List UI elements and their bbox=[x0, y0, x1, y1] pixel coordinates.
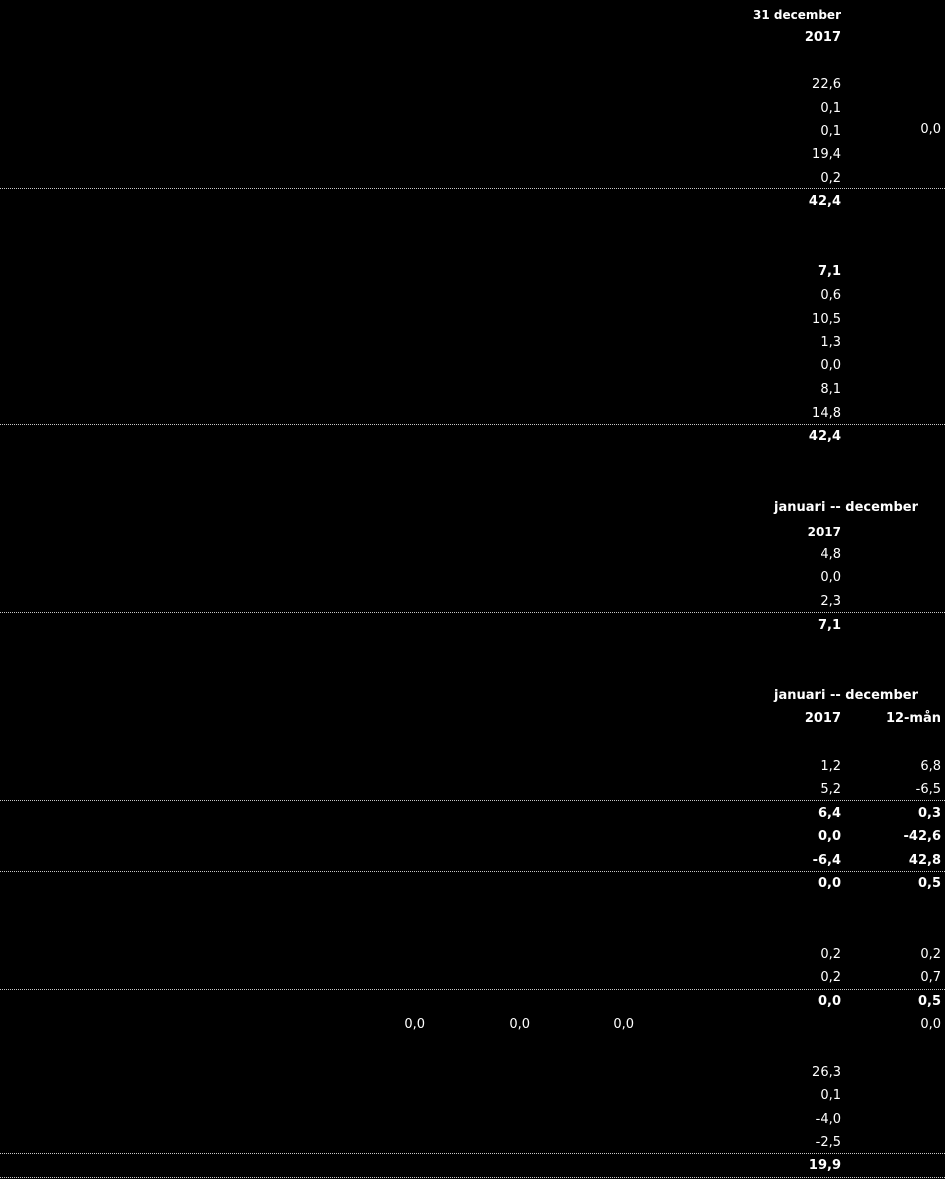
row-separator bbox=[0, 612, 945, 613]
cashflow-value: 0,2 bbox=[820, 970, 841, 985]
cashflow-subtotal-12m: -42,6 bbox=[903, 829, 941, 844]
liabilities-total: 42,4 bbox=[808, 429, 841, 444]
liability-value: 1,3 bbox=[820, 335, 841, 350]
header-period: 31 december bbox=[752, 8, 841, 22]
side-value: 0,0 bbox=[509, 1017, 530, 1032]
row-separator bbox=[0, 188, 945, 189]
row-separator bbox=[0, 989, 945, 990]
cashflow-subtotal: -6,4 bbox=[812, 853, 841, 868]
cashflow-total-12m: 0,5 bbox=[917, 876, 941, 891]
liability-value: 8,1 bbox=[820, 382, 841, 397]
equity-value: 4,8 bbox=[820, 547, 841, 562]
cashflow-subtotal: 0,0 bbox=[817, 829, 841, 844]
asset-side-value: 0,0 bbox=[920, 122, 941, 137]
header-year: 2017 bbox=[804, 30, 841, 45]
assets-total: 42,4 bbox=[808, 194, 841, 209]
cashflow-subtotal-12m: 0,3 bbox=[917, 806, 941, 821]
liabilities-first: 7,1 bbox=[817, 264, 841, 279]
equity-value: 2,3 bbox=[820, 594, 841, 609]
header-year: 2017 bbox=[804, 711, 841, 726]
cashflow-value: 0,2 bbox=[820, 947, 841, 962]
side-value: 0,0 bbox=[404, 1017, 425, 1032]
row-separator bbox=[0, 1177, 945, 1178]
row-separator bbox=[0, 424, 945, 425]
row-separator bbox=[0, 871, 945, 872]
asset-value: 0,2 bbox=[820, 171, 841, 186]
header-period: januari -- december bbox=[774, 500, 918, 515]
cashflow-total: 0,0 bbox=[817, 994, 841, 1009]
header-period: januari -- december bbox=[774, 688, 918, 703]
cashflow-value-12m: -6,5 bbox=[915, 782, 941, 797]
equity-value: 0,0 bbox=[820, 570, 841, 585]
cashflow-subtotal: 6,4 bbox=[817, 806, 841, 821]
liability-value: 10,5 bbox=[812, 312, 841, 327]
liability-value: 14,8 bbox=[812, 406, 841, 421]
closing-value: -4,0 bbox=[815, 1112, 841, 1127]
liability-value: 0,0 bbox=[820, 358, 841, 373]
cashflow-value: 5,2 bbox=[820, 782, 841, 797]
closing-value: 26,3 bbox=[812, 1065, 841, 1080]
cashflow-value-12m: 6,8 bbox=[920, 759, 941, 774]
closing-total: 19,9 bbox=[808, 1158, 841, 1173]
equity-total: 7,1 bbox=[817, 618, 841, 633]
cashflow-total-12m: 0,5 bbox=[917, 994, 941, 1009]
row-separator bbox=[0, 1153, 945, 1154]
cashflow-value-12m: 0,7 bbox=[920, 970, 941, 985]
side-value: 0,0 bbox=[613, 1017, 634, 1032]
liability-value: 0,6 bbox=[820, 288, 841, 303]
financial-report-page: 31 december 2017 22,6 0,1 0,1 19,4 0,2 0,0 42,4 7… bbox=[0, 0, 945, 1179]
header-col2: 12-mån bbox=[885, 711, 941, 726]
row-separator bbox=[0, 800, 945, 801]
header-year: 2017 bbox=[807, 525, 841, 539]
closing-value: 0,1 bbox=[820, 1088, 841, 1103]
asset-value: 0,1 bbox=[820, 101, 841, 116]
asset-value: 0,1 bbox=[820, 124, 841, 139]
closing-value: -2,5 bbox=[815, 1135, 841, 1150]
asset-value: 19,4 bbox=[812, 147, 841, 162]
cashflow-total: 0,0 bbox=[817, 876, 841, 891]
cashflow-value: 1,2 bbox=[820, 759, 841, 774]
cashflow-subtotal-12m: 42,8 bbox=[908, 853, 941, 868]
side-value-right: 0,0 bbox=[920, 1017, 941, 1032]
cashflow-value-12m: 0,2 bbox=[920, 947, 941, 962]
asset-value: 22,6 bbox=[812, 77, 841, 92]
